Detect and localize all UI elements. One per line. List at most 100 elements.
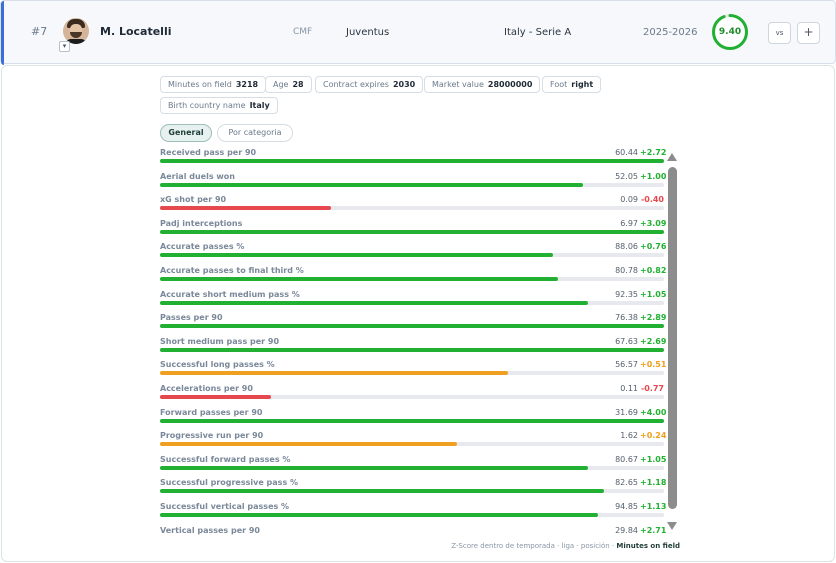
tab-por-categoria[interactable]: Por categoria bbox=[217, 124, 293, 142]
metric-bar-track bbox=[160, 229, 664, 234]
metric-row: Accurate passes % 88.06 +0.76 bbox=[160, 242, 666, 266]
metric-value: 0.11 bbox=[620, 384, 638, 393]
player-name[interactable]: M. Locatelli bbox=[100, 25, 172, 38]
metric-value: 92.35 bbox=[615, 289, 638, 299]
metric-bar-track bbox=[160, 277, 664, 281]
metric-value: 88.06 bbox=[615, 242, 638, 252]
metric-bar-fill bbox=[160, 229, 664, 234]
metric-delta: +3.09 bbox=[640, 218, 666, 228]
metric-label: Accurate passes to final third % bbox=[160, 266, 304, 275]
player-team: Juventus bbox=[346, 27, 390, 38]
metric-value: 82.65 bbox=[615, 478, 638, 488]
chip-market-value: Market value 28000000 bbox=[424, 76, 541, 93]
metric-bar-fill bbox=[160, 513, 599, 517]
metric-row: Successful progressive pass % 82.65 +1.18 bbox=[160, 478, 666, 502]
player-position: CMF bbox=[293, 27, 313, 37]
metric-row: Vertical passes per 90 29.84 +2.71 bbox=[160, 525, 666, 535]
metric-label: Received pass per 90 bbox=[160, 148, 257, 157]
metric-value: 56.57 bbox=[615, 360, 638, 370]
metric-delta: +2.69 bbox=[640, 336, 666, 346]
metric-row: Padj interceptions 6.97 +3.09 bbox=[160, 218, 666, 243]
metric-row: Short medium pass per 90 67.63 +2.69 bbox=[160, 336, 666, 361]
metric-bar-track bbox=[160, 159, 664, 163]
scroll-down-icon[interactable] bbox=[667, 522, 677, 530]
chip-minutes: Minutes on field 3218 bbox=[160, 76, 267, 93]
metric-label: Progressive run per 90 bbox=[160, 431, 264, 441]
metric-value: 80.78 bbox=[615, 266, 638, 275]
metric-label: Forward passes per 90 bbox=[160, 407, 263, 417]
metric-label: Passes per 90 bbox=[160, 313, 223, 323]
add-button[interactable]: + bbox=[797, 22, 820, 44]
metric-value: 1.62 bbox=[620, 431, 638, 441]
metric-row: Accelerations per 90 0.11 -0.77 bbox=[160, 384, 664, 408]
player-season: 2025-2026 bbox=[643, 27, 698, 38]
metric-bar-fill bbox=[160, 324, 664, 329]
metric-value: 31.69 bbox=[615, 407, 638, 417]
metric-row: Passes per 90 76.38 +2.89 bbox=[160, 313, 666, 337]
metrics-list[interactable]: Received pass per 90 60.44 +2.72 Aerial due… bbox=[160, 148, 666, 535]
metric-bar-fill bbox=[160, 206, 332, 211]
metric-bar-track bbox=[160, 418, 664, 423]
metric-bar-track bbox=[160, 347, 664, 352]
metric-delta: +1.13 bbox=[640, 502, 666, 511]
metric-bar-track bbox=[160, 206, 664, 211]
chip-contract: Contract expires 2030 bbox=[315, 76, 424, 93]
tab-general[interactable]: General bbox=[160, 124, 212, 142]
metric-row: Successful long passes % 56.57 +0.51 bbox=[160, 360, 666, 384]
metric-delta: -0.77 bbox=[640, 384, 664, 393]
metric-delta: +1.18 bbox=[640, 478, 666, 488]
player-rank: #7 bbox=[31, 25, 48, 38]
metric-value: 67.63 bbox=[615, 336, 638, 346]
metric-bar-track bbox=[160, 465, 664, 470]
metric-delta: +1.05 bbox=[640, 289, 666, 299]
metric-value: 29.84 bbox=[615, 525, 638, 535]
metric-label: Successful vertical passes % bbox=[160, 502, 290, 511]
metric-row: Forward passes per 90 31.69 +4.00 bbox=[160, 407, 666, 432]
metric-bar-fill bbox=[160, 253, 554, 258]
score-value: 9.40 bbox=[718, 27, 742, 37]
metric-bar-track bbox=[160, 182, 664, 187]
metric-delta: +2.89 bbox=[640, 313, 666, 323]
metric-label: xG shot per 90 bbox=[160, 195, 227, 205]
metric-value: 80.67 bbox=[615, 454, 638, 464]
metric-bar-fill bbox=[160, 371, 508, 376]
metric-delta: +2.71 bbox=[640, 525, 666, 535]
metric-label: Accelerations per 90 bbox=[160, 384, 253, 393]
metric-row: xG shot per 90 0.09 -0.40 bbox=[160, 195, 664, 219]
metric-value: 0.09 bbox=[620, 195, 638, 205]
metric-row: Successful forward passes % 80.67 +1.05 bbox=[160, 454, 666, 479]
row-accent-bar bbox=[1, 1, 4, 65]
metric-bar-track bbox=[160, 442, 664, 447]
scrollbar-thumb[interactable] bbox=[668, 167, 677, 509]
metric-value: 94.85 bbox=[615, 502, 638, 511]
metric-row: Accurate passes to final third % 80.78 +0.… bbox=[160, 266, 666, 290]
metric-bar-track bbox=[160, 253, 664, 258]
metric-delta: +0.82 bbox=[640, 266, 666, 275]
scroll-up-icon[interactable] bbox=[667, 153, 677, 161]
metric-label: Vertical passes per 90 bbox=[160, 525, 260, 535]
metric-bar-fill bbox=[160, 395, 271, 399]
metric-delta: +0.24 bbox=[640, 431, 666, 441]
metric-bar-track bbox=[160, 513, 664, 517]
metric-bar-track bbox=[160, 324, 664, 329]
metric-bar-fill bbox=[160, 465, 589, 470]
metric-delta: -0.40 bbox=[640, 195, 664, 205]
player-row[interactable]: #7 ▾ M. Locatelli CMF Juventus Italy - S… bbox=[0, 0, 836, 65]
metric-label: Accurate short medium pass % bbox=[160, 289, 300, 299]
metric-bar-fill bbox=[160, 300, 589, 305]
metric-label: Accurate passes % bbox=[160, 242, 245, 252]
metric-bar-fill bbox=[160, 489, 604, 494]
metric-label: Padj interceptions bbox=[160, 218, 243, 228]
metric-bar-track bbox=[160, 371, 664, 376]
chevron-down-icon[interactable]: ▾ bbox=[59, 41, 70, 52]
chip-birth-country: Birth country name Italy bbox=[160, 97, 278, 114]
metric-label: Short medium pass per 90 bbox=[160, 336, 280, 346]
metric-bar-track bbox=[160, 395, 664, 399]
metric-delta: +4.00 bbox=[640, 407, 666, 417]
metric-delta: +2.72 bbox=[640, 148, 666, 157]
chip-foot: Foot right bbox=[542, 76, 602, 93]
compare-button[interactable]: vs bbox=[768, 22, 791, 44]
footnote: Z-Score dentro de temporada · liga · pos… bbox=[380, 542, 680, 550]
metric-bar-fill bbox=[160, 182, 584, 187]
metric-bar-fill bbox=[160, 442, 458, 447]
